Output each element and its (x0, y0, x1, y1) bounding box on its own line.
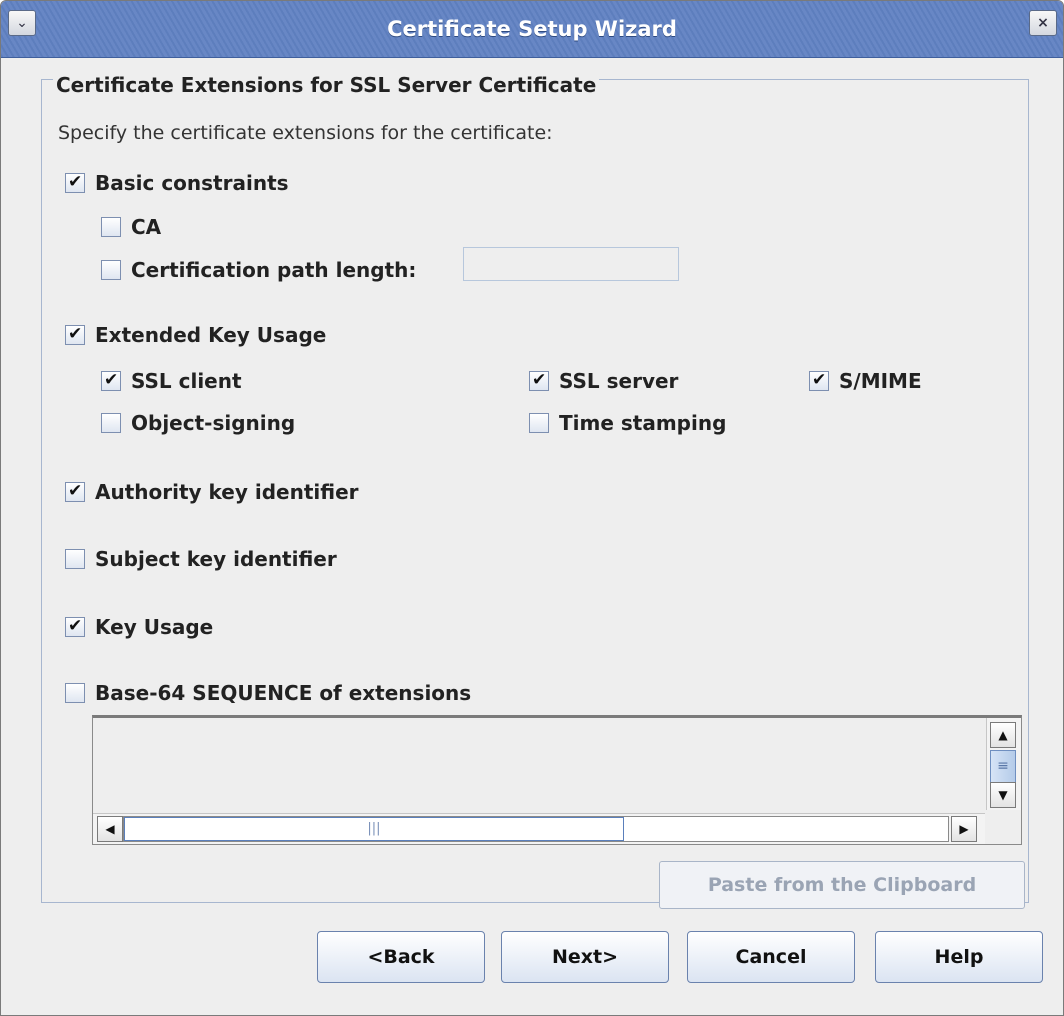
object-signing-label: Object-signing (131, 411, 296, 435)
time-stamping-checkbox[interactable]: Time stamping (529, 409, 726, 437)
checkbox-box[interactable] (101, 370, 121, 391)
instruction-text: Specify the certificate extensions for t… (58, 122, 553, 144)
horizontal-scroll-thumb[interactable]: ||| (124, 817, 624, 841)
ca-checkbox[interactable]: CA (101, 213, 161, 241)
time-stamping-label: Time stamping (559, 411, 727, 435)
subject-key-identifier-label: Subject key identifier (95, 547, 337, 571)
smime-checkbox[interactable]: S/MIME (809, 367, 922, 395)
checkbox-box[interactable] (529, 370, 549, 391)
checkbox-box[interactable] (101, 217, 121, 237)
base64-sequence-label: Base-64 SEQUENCE of extensions (95, 681, 472, 705)
basic-constraints-checkbox[interactable]: Basic constraints (65, 169, 289, 197)
subject-key-identifier-checkbox[interactable]: Subject key identifier (65, 545, 337, 573)
checkbox-box[interactable] (65, 549, 85, 569)
base64-sequence-checkbox[interactable]: Base-64 SEQUENCE of extensions (65, 679, 471, 707)
scroll-up-arrow-icon[interactable]: ▲ (990, 722, 1016, 748)
key-usage-label: Key Usage (95, 615, 214, 639)
checkbox-box[interactable] (65, 481, 85, 502)
path-length-input[interactable] (463, 247, 679, 281)
base64-text[interactable] (99, 722, 981, 802)
help-button[interactable]: Help (875, 931, 1043, 983)
wizard-window: ⌄ Certificate Setup Wizard × Certificate… (0, 0, 1064, 1016)
extended-key-usage-label: Extended Key Usage (95, 323, 327, 347)
path-length-checkbox[interactable]: Certification path length: (101, 256, 416, 284)
back-button[interactable]: <Back (317, 931, 485, 983)
next-button[interactable]: Next> (501, 931, 669, 983)
checkbox-box[interactable] (529, 413, 549, 433)
horizontal-scroll-track[interactable]: ||| (123, 816, 949, 842)
scroll-right-arrow-icon[interactable]: ▶ (951, 816, 977, 842)
checkbox-box[interactable] (809, 370, 829, 391)
paste-from-clipboard-button[interactable]: Paste from the Clipboard (659, 861, 1025, 909)
authority-key-identifier-label: Authority key identifier (95, 480, 359, 504)
scroll-left-arrow-icon[interactable]: ◀ (97, 816, 123, 842)
title-bar[interactable]: ⌄ Certificate Setup Wizard × (1, 1, 1063, 58)
ssl-client-checkbox[interactable]: SSL client (101, 367, 242, 395)
authority-key-identifier-checkbox[interactable]: Authority key identifier (65, 478, 359, 506)
checkbox-box[interactable] (65, 616, 85, 637)
group-title: Certificate Extensions for SSL Server Ce… (53, 71, 600, 99)
object-signing-checkbox[interactable]: Object-signing (101, 409, 295, 437)
path-length-label: Certification path length: (131, 258, 417, 282)
smime-label: S/MIME (839, 369, 922, 393)
ssl-server-checkbox[interactable]: SSL server (529, 367, 678, 395)
checkbox-box[interactable] (65, 172, 85, 193)
window-title: Certificate Setup Wizard (387, 17, 677, 41)
key-usage-checkbox[interactable]: Key Usage (65, 613, 213, 641)
close-icon[interactable]: × (1029, 10, 1057, 36)
checkbox-box[interactable] (101, 413, 121, 433)
cancel-button[interactable]: Cancel (687, 931, 855, 983)
ssl-server-label: SSL server (559, 369, 679, 393)
checkbox-box[interactable] (65, 683, 85, 703)
checkbox-box[interactable] (65, 324, 85, 345)
ssl-client-label: SSL client (131, 369, 242, 393)
base64-textarea[interactable]: ▲ ≡ ▼ ◀ ||| ▶ (92, 715, 1022, 845)
horizontal-scrollbar[interactable]: ◀ ||| ▶ (93, 813, 985, 844)
scroll-down-arrow-icon[interactable]: ▼ (990, 782, 1016, 808)
vertical-scrollbar[interactable]: ▲ ≡ ▼ (986, 718, 1021, 810)
ca-label: CA (131, 215, 162, 239)
extended-key-usage-checkbox[interactable]: Extended Key Usage (65, 321, 326, 349)
checkbox-box[interactable] (101, 260, 121, 280)
basic-constraints-label: Basic constraints (95, 171, 289, 195)
vertical-scroll-thumb[interactable]: ≡ (990, 750, 1016, 784)
